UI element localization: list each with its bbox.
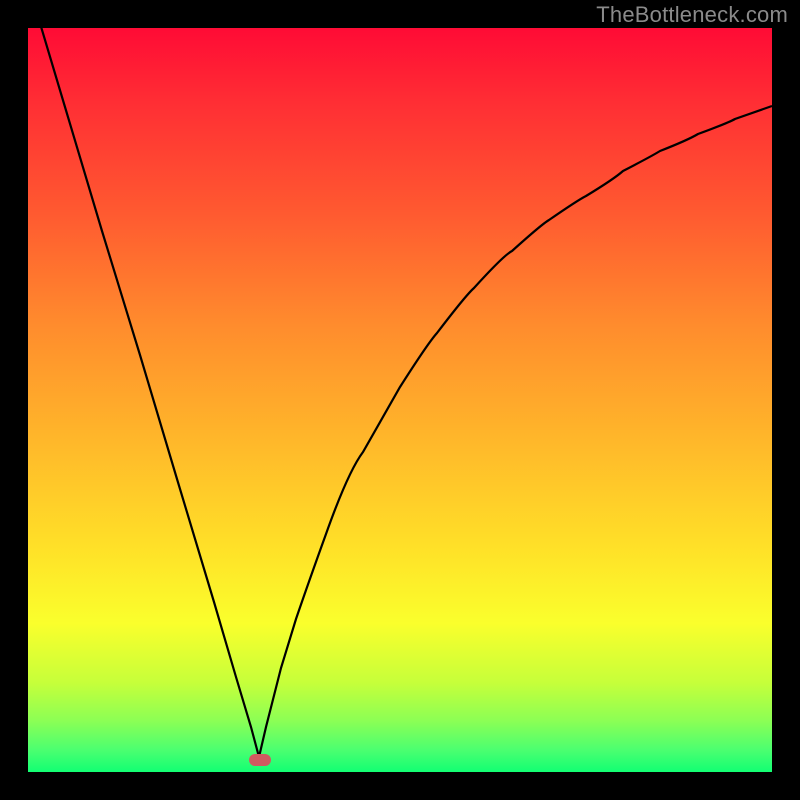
watermark-text: TheBottleneck.com <box>596 2 788 28</box>
curve-left-branch <box>28 28 259 757</box>
valley-marker <box>249 754 271 766</box>
chart-frame: TheBottleneck.com <box>0 0 800 800</box>
curve-right-branch <box>259 106 772 757</box>
bottleneck-curve <box>28 28 772 772</box>
plot-area <box>28 28 772 772</box>
